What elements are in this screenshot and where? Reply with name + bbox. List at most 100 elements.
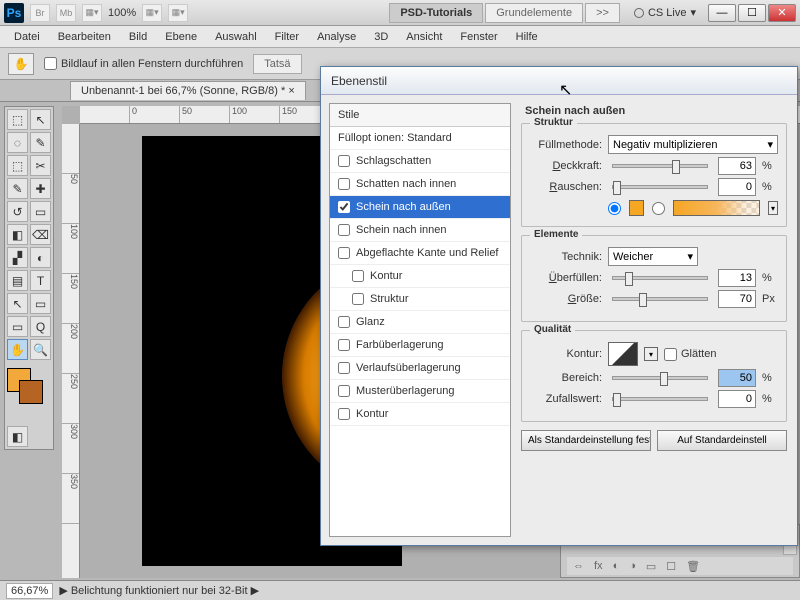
folder-icon[interactable]: ▭ <box>646 560 656 573</box>
zoom-tool[interactable]: 🔍 <box>30 339 51 360</box>
path-tool[interactable]: ↖ <box>7 293 28 314</box>
spread-input[interactable]: 13 <box>718 269 756 287</box>
scroll-all-windows-checkbox[interactable]: Bildlauf in allen Fenstern durchführen <box>44 57 243 70</box>
menu-auswahl[interactable]: Auswahl <box>207 29 265 45</box>
jitter-slider[interactable] <box>612 397 708 401</box>
trash-icon[interactable]: 🗑 <box>686 560 700 573</box>
new-layer-icon[interactable]: ☐ <box>666 560 676 573</box>
color-swatches[interactable] <box>7 368 51 404</box>
cs-live[interactable]: CS Live ▾ <box>634 6 696 19</box>
current-tool-preview[interactable] <box>8 53 34 75</box>
gradient-tool[interactable]: ⌫ <box>30 224 51 245</box>
menu-bearbeiten[interactable]: Bearbeiten <box>50 29 119 45</box>
stamp-tool[interactable]: ↺ <box>7 201 28 222</box>
dodge-tool[interactable]: ◐ <box>30 247 51 268</box>
zoom-level[interactable]: 100% <box>108 7 136 19</box>
style-item[interactable]: Musterüberlagerung <box>330 380 510 403</box>
quickmask-icon[interactable]: ◧ <box>7 426 28 447</box>
style-item-checkbox[interactable] <box>352 270 364 282</box>
color-radio[interactable] <box>608 202 621 215</box>
mask-icon[interactable]: ◐ <box>613 560 620 572</box>
history-brush-tool[interactable]: ▭ <box>30 201 51 222</box>
style-item[interactable]: Schein nach außen <box>330 196 510 219</box>
style-item-checkbox[interactable] <box>338 201 350 213</box>
healing-tool[interactable]: ✎ <box>7 178 28 199</box>
arrow-tool[interactable]: ↖ <box>30 109 51 130</box>
view-extra-icon[interactable]: ▦▾ <box>142 4 162 22</box>
make-default-button[interactable]: Als Standardeinstellung festlegen <box>521 430 651 451</box>
style-item[interactable]: Farbüberlagerung <box>330 334 510 357</box>
minimize-button[interactable]: — <box>708 4 736 22</box>
contour-picker[interactable] <box>608 342 638 366</box>
bridge-icon[interactable]: Br <box>30 4 50 22</box>
menu-hilfe[interactable]: Hilfe <box>508 29 546 45</box>
style-item-checkbox[interactable] <box>338 408 350 420</box>
move-tool[interactable]: ⬚ <box>7 109 28 130</box>
menu-ansicht[interactable]: Ansicht <box>398 29 450 45</box>
reset-default-button[interactable]: Auf Standardeinstell <box>657 430 787 451</box>
document-tab[interactable]: Unbenannt-1 bei 66,7% (Sonne, RGB/8) * × <box>70 81 306 100</box>
blend-options-item[interactable]: Füllopt ionen: Standard <box>330 127 510 150</box>
3d-camera-tool[interactable]: Q <box>30 316 51 337</box>
brush-tool[interactable]: ✚ <box>30 178 51 199</box>
style-item-checkbox[interactable] <box>338 178 350 190</box>
range-slider[interactable] <box>612 376 708 380</box>
menu-analyse[interactable]: Analyse <box>309 29 364 45</box>
jitter-input[interactable]: 0 <box>718 390 756 408</box>
style-item[interactable]: Schatten nach innen <box>330 173 510 196</box>
noise-slider[interactable] <box>612 185 708 189</box>
size-input[interactable]: 70 <box>718 290 756 308</box>
arrange-icon[interactable]: ▦▾ <box>168 4 188 22</box>
type-tool[interactable]: T <box>30 270 51 291</box>
gradient-radio[interactable] <box>652 202 665 215</box>
close-button[interactable]: ✕ <box>768 4 796 22</box>
style-item-checkbox[interactable] <box>338 316 350 328</box>
actual-pixels-button[interactable]: Tatsä <box>253 54 301 74</box>
styles-header[interactable]: Stile <box>330 104 510 127</box>
background-color[interactable] <box>19 380 43 404</box>
status-zoom[interactable]: 66,67% <box>6 583 53 599</box>
menu-ebene[interactable]: Ebene <box>157 29 205 45</box>
3d-tool[interactable]: ▭ <box>7 316 28 337</box>
wand-tool[interactable]: ✎ <box>30 132 51 153</box>
size-slider[interactable] <box>612 297 708 301</box>
gradient-dropdown-icon[interactable]: ▾ <box>768 201 778 215</box>
eyedropper-tool[interactable]: ✂ <box>30 155 51 176</box>
style-item-checkbox[interactable] <box>338 155 350 167</box>
dialog-title-bar[interactable]: Ebenenstil <box>321 67 797 95</box>
maximize-button[interactable]: ☐ <box>738 4 766 22</box>
workspace-tab-grundelemente[interactable]: Grundelemente <box>485 3 583 23</box>
minibridge-icon[interactable]: Mb <box>56 4 76 22</box>
style-item-checkbox[interactable] <box>338 247 350 259</box>
style-item-checkbox[interactable] <box>338 339 350 351</box>
screen-mode-icon[interactable]: ▦▾ <box>82 4 102 22</box>
pen-tool[interactable]: ▤ <box>7 270 28 291</box>
antialias-checkbox[interactable]: Glätten <box>664 348 716 361</box>
style-item[interactable]: Abgeflachte Kante und Relief <box>330 242 510 265</box>
style-item-checkbox[interactable] <box>338 362 350 374</box>
opacity-input[interactable]: 63 <box>718 157 756 175</box>
style-item[interactable]: Kontur <box>330 403 510 426</box>
menu-3d[interactable]: 3D <box>366 29 396 45</box>
spread-slider[interactable] <box>612 276 708 280</box>
contour-dropdown-icon[interactable]: ▾ <box>644 347 658 361</box>
shape-tool[interactable]: ▭ <box>30 293 51 314</box>
style-item[interactable]: Kontur <box>330 265 510 288</box>
menu-fenster[interactable]: Fenster <box>452 29 505 45</box>
lasso-tool[interactable]: ◌ <box>7 132 28 153</box>
blur-tool[interactable]: ▞ <box>7 247 28 268</box>
fx-icon[interactable]: fx <box>594 560 603 572</box>
blendmode-select[interactable]: Negativ multiplizieren▾ <box>608 135 778 154</box>
workspace-more[interactable]: >> <box>585 3 620 23</box>
doc-close-icon[interactable]: × <box>288 85 294 97</box>
style-item[interactable]: Struktur <box>330 288 510 311</box>
style-item[interactable]: Schein nach innen <box>330 219 510 242</box>
style-item[interactable]: Glanz <box>330 311 510 334</box>
crop-tool[interactable]: ⬚ <box>7 155 28 176</box>
adjust-icon[interactable]: ◑ <box>629 560 636 572</box>
style-item-checkbox[interactable] <box>338 224 350 236</box>
glow-color-swatch[interactable] <box>629 200 644 216</box>
style-item[interactable]: Verlaufsüberlagerung <box>330 357 510 380</box>
link-icon[interactable]: ⇔ <box>573 560 584 572</box>
style-item-checkbox[interactable] <box>352 293 364 305</box>
